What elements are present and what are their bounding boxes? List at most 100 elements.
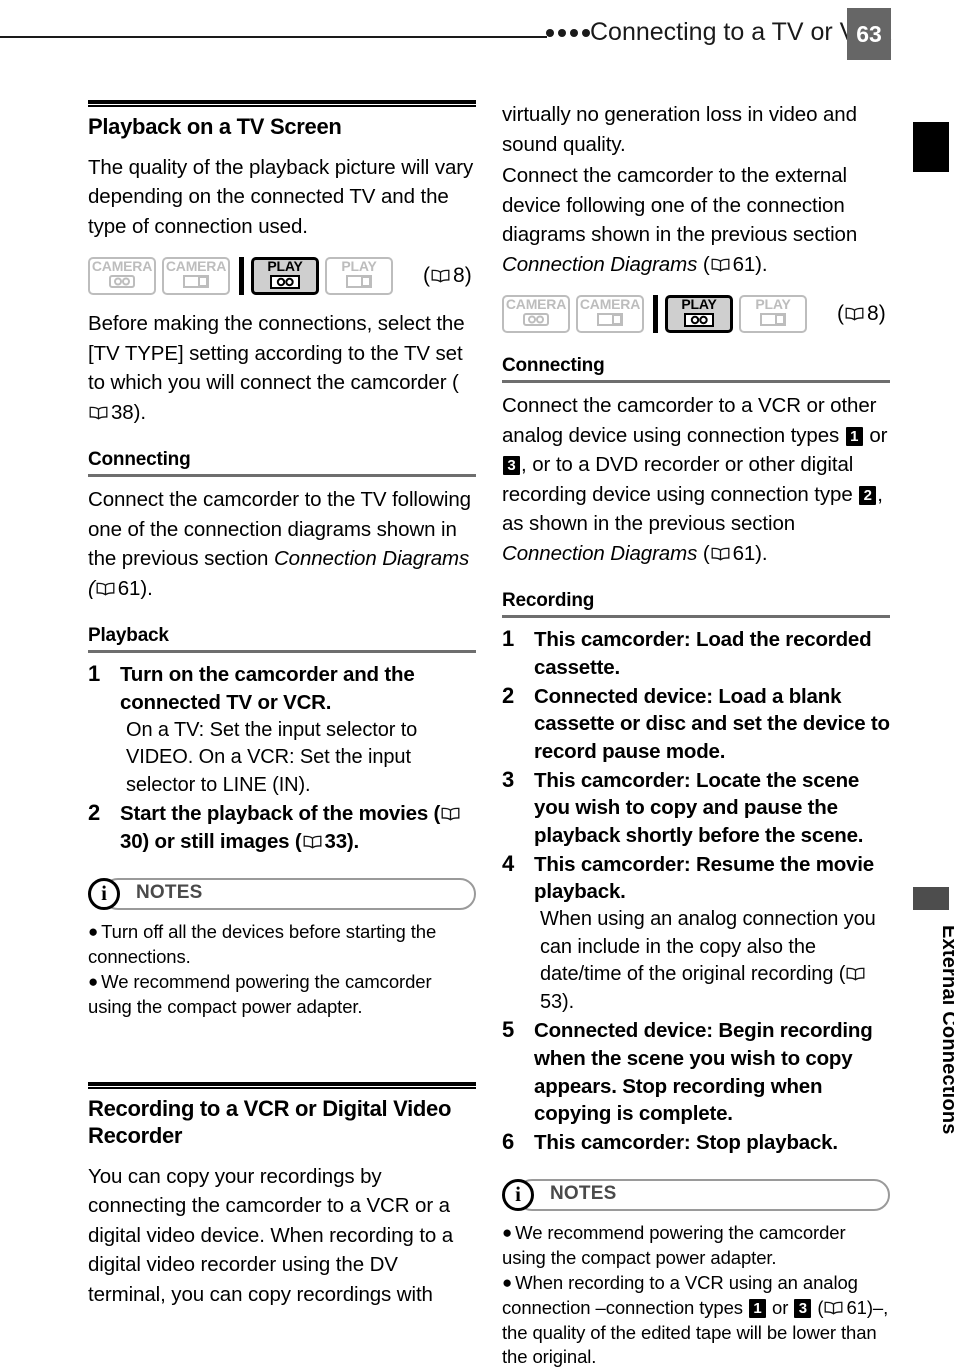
mode-icon-strip: CAMERA CAMERA PLAY PLAY (8) bbox=[502, 295, 890, 334]
note-text: We recommend powering the camcorder usin… bbox=[88, 970, 432, 1017]
mode-chip-play-card: PLAY bbox=[739, 295, 807, 334]
list-item: 2 Start the playback of the movies (30) … bbox=[88, 800, 476, 855]
mode-chip-play-tape-active: PLAY bbox=[251, 257, 319, 296]
running-header: Connecting to a TV or VCR 63 bbox=[0, 0, 954, 70]
list-item: 6 This camcorder: Stop playback. bbox=[502, 1129, 890, 1157]
connecting-text-b: ( bbox=[88, 576, 95, 600]
step-instruction: This camcorder: Load the recorded casset… bbox=[534, 628, 872, 679]
connection-type-badge: 3 bbox=[503, 456, 520, 476]
subheading-connecting: Connecting bbox=[88, 449, 191, 471]
page-ref-number: 61 bbox=[732, 252, 756, 276]
page-number-badge: 63 bbox=[847, 8, 891, 60]
section-title-recording-vcr: Recording to a VCR or Digital Video Reco… bbox=[88, 1095, 452, 1149]
mode-chip-label: PLAY bbox=[341, 258, 377, 275]
connecting-text-2: or bbox=[863, 423, 888, 447]
mode-page-reference: (8) bbox=[837, 302, 886, 326]
bullet-icon: ● bbox=[88, 971, 99, 991]
step-text-b: ) or still images ( bbox=[142, 829, 302, 853]
note-item: ● When recording to a VCR using an analog… bbox=[502, 1271, 890, 1370]
step-text-a: Start the playback of the movies ( bbox=[120, 802, 441, 826]
book-icon bbox=[96, 582, 115, 596]
mode-chip-camera-tape: CAMERA bbox=[88, 257, 156, 296]
bullet-icon: ● bbox=[502, 1222, 513, 1242]
page-ref-number: 33 bbox=[324, 829, 348, 853]
tape-icon bbox=[684, 312, 714, 332]
notes-label: NOTES bbox=[550, 1182, 617, 1204]
bullet-icon: ● bbox=[502, 1272, 513, 1292]
tape-icon bbox=[270, 274, 300, 294]
list-item: 1 Turn on the camcorder and the connecte… bbox=[88, 661, 476, 799]
tv-type-text-a: Before making the connections, select th… bbox=[88, 312, 465, 395]
book-icon bbox=[711, 258, 730, 272]
chapter-thumb-mark-black bbox=[913, 122, 949, 172]
book-icon bbox=[824, 1301, 843, 1315]
playback-step-list: 1 Turn on the camcorder and the connecte… bbox=[88, 661, 476, 855]
notes-header: i NOTES bbox=[502, 1178, 890, 1211]
continuation-text-end: ). bbox=[755, 252, 768, 276]
book-icon bbox=[89, 406, 108, 420]
step-instruction: This camcorder: Stop playback. bbox=[534, 1130, 838, 1154]
connection-type-badge: 1 bbox=[845, 426, 863, 446]
book-icon bbox=[441, 807, 460, 821]
list-item: 1 This camcorder: Load the recorded cass… bbox=[502, 626, 890, 681]
step-number: 6 bbox=[502, 1128, 515, 1154]
mode-icon-strip: CAMERA CAMERA PLAY PLAY (8) bbox=[88, 257, 476, 296]
header-rule bbox=[0, 36, 547, 38]
step-instruction: Turn on the camcorder and the connected … bbox=[120, 663, 415, 714]
step-number: 1 bbox=[502, 626, 515, 652]
continuation-paragraph-a: virtually no generation loss in video an… bbox=[502, 103, 857, 156]
card-icon bbox=[183, 275, 209, 293]
step-instruction: This camcorder: Locate the scene you wis… bbox=[534, 768, 864, 847]
subheading-rule bbox=[88, 474, 476, 478]
list-item: 4 This camcorder: Resume the movie playb… bbox=[502, 851, 890, 1017]
connection-type-badge: 3 bbox=[794, 1298, 812, 1318]
info-icon: i bbox=[88, 877, 120, 910]
step-detail: On a TV: Set the input selector to VIDEO… bbox=[126, 718, 418, 796]
mode-chip-label: CAMERA bbox=[165, 258, 227, 275]
header-dots-ornament bbox=[546, 29, 590, 37]
step-instruction: Connected device: Load a blank cassette … bbox=[534, 684, 890, 763]
list-item: 2 Connected device: Load a blank cassett… bbox=[502, 683, 890, 766]
tape-icon bbox=[109, 275, 135, 293]
connecting-paragraph: Connect the camcorder to a VCR or other … bbox=[502, 391, 890, 568]
page-ref-number: 53 bbox=[540, 990, 563, 1013]
mode-chip-play-card: PLAY bbox=[325, 257, 393, 296]
mode-separator-bar bbox=[653, 295, 658, 334]
mode-chip-label: CAMERA bbox=[579, 296, 641, 313]
side-tab-label: External Connections bbox=[938, 925, 954, 1135]
section-rule-double bbox=[88, 100, 476, 107]
note-item: ● We recommend powering the camcorder usi… bbox=[502, 1221, 890, 1271]
continuation-text-italic: Connection Diagrams bbox=[502, 252, 698, 276]
subheading-rule bbox=[502, 615, 890, 619]
step-number: 4 bbox=[502, 850, 515, 876]
tape-icon bbox=[523, 313, 549, 331]
page-ref-number: 61 bbox=[846, 1296, 867, 1318]
book-icon bbox=[846, 967, 865, 981]
mode-page-reference: (8) bbox=[423, 264, 472, 288]
note-item: ● Turn off all the devices before startin… bbox=[88, 920, 476, 970]
left-column: Playback on a TV Screen The quality of t… bbox=[88, 100, 476, 1311]
mode-chip-label: CAMERA bbox=[91, 258, 153, 275]
mode-chip-camera-card: CAMERA bbox=[162, 257, 230, 296]
book-icon bbox=[845, 307, 864, 321]
page-ref-number: 61 bbox=[117, 576, 141, 600]
mode-separator-bar bbox=[239, 257, 244, 296]
info-icon: i bbox=[502, 1178, 534, 1211]
book-icon bbox=[303, 835, 322, 849]
card-icon bbox=[346, 275, 372, 293]
continuation-text-a: Connect the camcorder to the external de… bbox=[502, 164, 858, 247]
mode-chip-label: PLAY bbox=[755, 296, 791, 313]
connecting-text-italic: Connection Diagrams bbox=[273, 547, 470, 571]
section-title-playback-tv: Playback on a TV Screen bbox=[88, 114, 342, 139]
note-text-mid: or bbox=[767, 1296, 794, 1318]
bullet-icon: ● bbox=[88, 921, 99, 941]
subheading-recording: Recording bbox=[502, 590, 595, 612]
mode-chip-camera-tape: CAMERA bbox=[502, 295, 570, 334]
connection-type-badge: 2 bbox=[859, 485, 877, 505]
step-instruction: Start the playback of the movies (30) or… bbox=[120, 800, 476, 855]
recording-step-list: 1 This camcorder: Load the recorded cass… bbox=[502, 626, 890, 1156]
book-icon bbox=[711, 547, 730, 561]
note-text-paren: ( bbox=[812, 1296, 824, 1318]
tv-type-paragraph: Before making the connections, select th… bbox=[88, 309, 476, 427]
mode-chip-camera-card: CAMERA bbox=[576, 295, 644, 334]
